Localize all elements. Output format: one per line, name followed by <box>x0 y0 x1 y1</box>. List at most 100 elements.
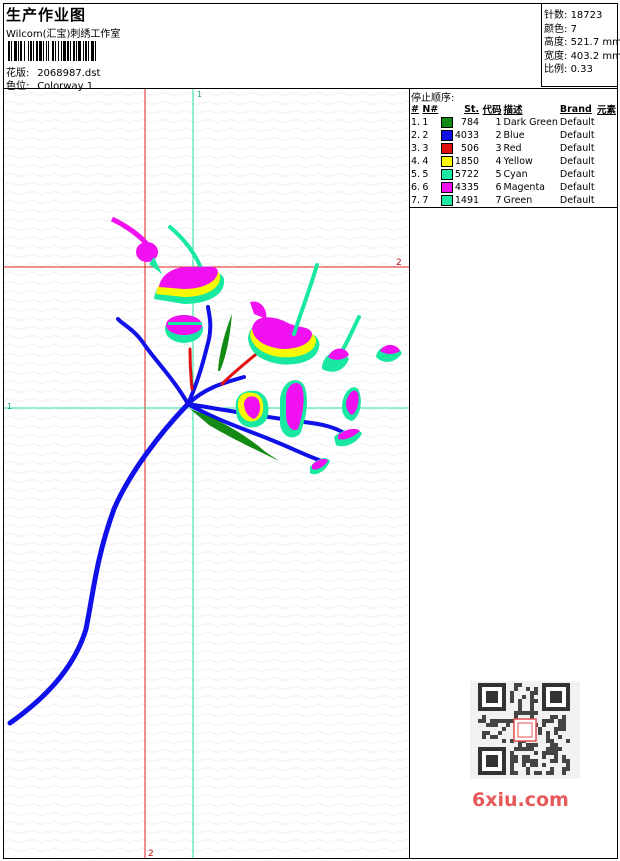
cell-element <box>596 142 617 155</box>
stat-width: 宽度: 403.2 mm <box>544 50 620 62</box>
qr-code <box>470 681 580 779</box>
cell-brand: Default <box>559 117 595 128</box>
table-header-row: # N# St. 代码 描述 Brand 元素 <box>410 102 617 117</box>
cell-stitches: 1491 <box>454 195 480 206</box>
stop-sequence-table: # N# St. 代码 描述 Brand 元素 1. 1 784 1 Dark Gree… <box>410 102 617 207</box>
cell-n: 7 <box>422 195 429 206</box>
cell-code: 7 <box>495 195 502 206</box>
cell-desc: Blue <box>503 130 525 141</box>
page-title: 生产作业图 <box>6 6 87 24</box>
cell-n: 6 <box>422 182 429 193</box>
cell-code: 3 <box>495 143 502 154</box>
cell-code: 1 <box>495 117 502 128</box>
flower-mid-left <box>165 315 203 343</box>
cell-swatch <box>440 116 454 129</box>
cell-code: 2 <box>495 130 502 141</box>
cell-desc: Magenta <box>503 182 545 193</box>
cell-brand: Default <box>559 156 595 167</box>
col-swatch <box>440 102 454 116</box>
cell-swatch <box>440 129 454 142</box>
cell-n: 4 <box>422 156 429 167</box>
col-n: N# <box>422 103 439 115</box>
col-element: 元素 <box>596 105 616 116</box>
stat-stitches: 针数: 18723 <box>544 10 603 21</box>
flower-center <box>235 390 269 428</box>
guide-label-v2: 2 <box>148 849 154 858</box>
cell-index: 4. <box>411 156 421 167</box>
cell-code: 5 <box>495 169 502 180</box>
cell-stitches: 506 <box>460 143 480 154</box>
background-texture <box>4 89 409 858</box>
table-row: 3. 3 506 3 Red Default <box>410 142 617 155</box>
col-index: # <box>411 103 419 115</box>
color-swatch <box>440 169 453 180</box>
company-name: Wilcom(汇宝)刺绣工作室 <box>6 29 121 40</box>
color-swatch <box>440 130 453 141</box>
cell-element <box>596 129 617 142</box>
table-row: 5. 5 5722 5 Cyan Default <box>410 168 617 181</box>
cell-desc: Red <box>503 143 522 154</box>
cell-brand: Default <box>559 182 595 193</box>
cell-index: 7. <box>411 195 421 206</box>
table-row: 4. 4 1850 4 Yellow Default <box>410 155 617 168</box>
cell-n: 1 <box>422 117 429 128</box>
cell-index: 1. <box>411 117 421 128</box>
guide-label-h1: 1 <box>7 402 12 411</box>
stat-colors: 颜色: 7 <box>544 23 577 35</box>
guide-label-h2: 2 <box>396 258 402 268</box>
stats-box: 针数: 18723 颜色: 7 高度: 521.7 mm 宽度: 403.2 m… <box>541 3 620 87</box>
cell-code: 4 <box>495 156 502 167</box>
cell-index: 2. <box>411 130 421 141</box>
cell-stitches: 1850 <box>454 156 480 167</box>
header: 生产作业图 Wilcom(汇宝)刺绣工作室 花版: 2068987.dst 色位… <box>6 4 536 92</box>
cell-stitches: 4033 <box>454 130 480 141</box>
cell-brand: Default <box>559 169 595 180</box>
cell-stitches: 5722 <box>454 169 480 180</box>
cell-stitches: 4335 <box>454 182 480 193</box>
cell-brand: Default <box>559 130 595 141</box>
table-row: 1. 1 784 1 Dark Green Default <box>410 116 617 129</box>
sequence-divider <box>410 207 617 208</box>
cell-desc: Green <box>503 195 533 206</box>
watermark-text: 6xiu.com <box>472 789 569 811</box>
table-row: 2. 2 4033 2 Blue Default <box>410 129 617 142</box>
cell-n: 3 <box>422 143 429 154</box>
cell-n: 2 <box>422 130 429 141</box>
cell-swatch <box>440 168 454 181</box>
cell-swatch <box>440 142 454 155</box>
qr-code-graphic <box>470 681 580 779</box>
cell-element <box>596 168 617 181</box>
color-swatch <box>440 195 453 206</box>
cell-stitches: 784 <box>460 117 480 128</box>
cell-element <box>596 155 617 168</box>
cell-brand: Default <box>559 195 595 206</box>
cell-index: 5. <box>411 169 421 180</box>
cell-element <box>596 181 617 194</box>
cell-swatch <box>440 194 454 207</box>
cell-element <box>596 116 617 129</box>
cell-desc: Cyan <box>503 169 528 180</box>
guide-label-v1: 1 <box>197 90 202 99</box>
embroidery-canvas: 1 2 1 2 <box>4 89 409 858</box>
cell-code: 6 <box>495 182 502 193</box>
col-code: 代码 <box>482 105 502 116</box>
cell-swatch <box>440 181 454 194</box>
barcode <box>8 41 96 61</box>
color-swatch <box>440 182 453 193</box>
cell-index: 6. <box>411 182 421 193</box>
cell-desc: Yellow <box>503 156 533 167</box>
cell-index: 3. <box>411 143 421 154</box>
color-swatch <box>440 143 453 154</box>
col-brand: Brand <box>559 103 592 115</box>
stat-height: 高度: 521.7 mm <box>544 37 620 48</box>
stop-sequence-heading: 停止顺序: <box>411 93 455 104</box>
cell-swatch <box>440 155 454 168</box>
color-swatch <box>440 117 453 128</box>
stat-scale: 比例: 0.33 <box>544 64 593 75</box>
design-preview: 1 2 1 2 <box>4 89 409 858</box>
col-stitches: St. <box>464 103 480 115</box>
cell-element <box>596 194 617 207</box>
color-swatch <box>440 156 453 167</box>
cell-n: 5 <box>422 169 429 180</box>
col-desc: 描述 <box>503 105 523 116</box>
